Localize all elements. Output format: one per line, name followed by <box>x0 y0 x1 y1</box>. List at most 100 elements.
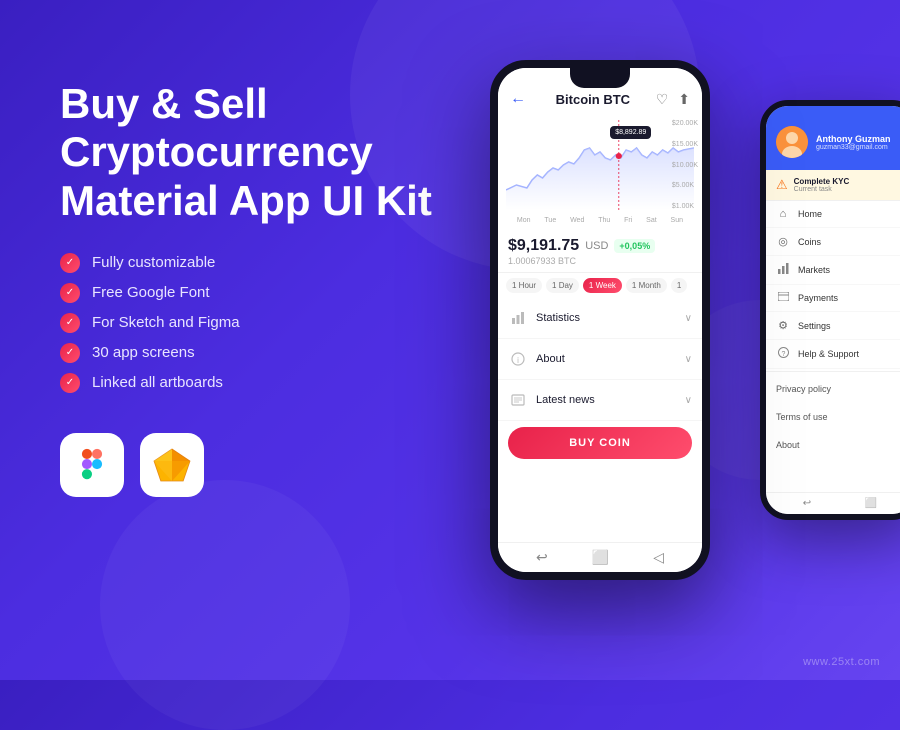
accordion-about[interactable]: i About ∨ <box>498 339 702 380</box>
statistics-icon <box>508 308 528 328</box>
feature-label: Linked all artboards <box>92 374 223 391</box>
kyc-title: Complete KYC <box>794 177 900 186</box>
chevron-down-icon: ∨ <box>685 313 692 324</box>
time-more[interactable]: 1 <box>671 278 687 293</box>
settings-icon: ⚙ <box>776 319 790 332</box>
settings-label: Settings <box>798 321 831 331</box>
x-label: Sat <box>646 217 657 224</box>
figma-icon <box>74 447 110 483</box>
check-icon: ✓ <box>60 313 80 333</box>
buy-coin-button[interactable]: BUY COIN <box>508 427 692 459</box>
kyc-alert[interactable]: ⚠ Complete KYC Current task <box>766 170 900 201</box>
svg-text:i: i <box>517 356 519 365</box>
y-label: $10.00K <box>672 162 698 169</box>
nav-payments[interactable]: Payments <box>766 285 900 312</box>
statistics-label: Statistics <box>536 312 580 324</box>
price-currency: USD <box>585 240 608 252</box>
side-nav-back: ↩ <box>803 498 811 509</box>
accordion-left: i About <box>508 349 565 369</box>
accordion-statistics[interactable]: Statistics ∨ <box>498 298 702 339</box>
price-main: $9,191.75 USD +0,05% <box>508 237 692 255</box>
privacy-policy-link[interactable]: Privacy policy <box>766 374 900 402</box>
chevron-down-icon: ∨ <box>685 354 692 365</box>
payments-label: Payments <box>798 293 838 303</box>
heart-icon[interactable]: ♡ <box>656 91 669 108</box>
nav-back-icon[interactable]: ↩ <box>536 549 548 566</box>
nav-home[interactable]: ⌂ Home <box>766 201 900 228</box>
nav-coins[interactable]: ◎ Coins <box>766 228 900 256</box>
chart-x-labels: Mon Tue Wed Thu Fri Sat Sun <box>506 215 694 224</box>
profile-header: Anthony Guzman guzman33@gmail.com <box>766 106 900 170</box>
phone-notch <box>570 68 630 88</box>
about-label: About <box>536 353 565 365</box>
feature-item: ✓ 30 app screens <box>60 343 440 363</box>
phone-main: ← Bitcoin BTC ♡ ⬆ $20.00K $15.00K $10.00… <box>490 60 710 580</box>
terms-label: Terms of use <box>776 412 828 422</box>
x-label: Mon <box>517 217 531 224</box>
profile-avatar <box>776 126 808 158</box>
latest-news-label: Latest news <box>536 394 595 406</box>
tool-icons <box>60 433 440 497</box>
kyc-subtitle: Current task <box>794 186 900 193</box>
y-label: $1.00K <box>672 203 698 210</box>
features-list: ✓ Fully customizable ✓ Free Google Font … <box>60 253 440 393</box>
phone-side-screen: Anthony Guzman guzman33@gmail.com ⚠ Comp… <box>766 106 900 514</box>
feature-label: 30 app screens <box>92 344 195 361</box>
accordion-latest-news[interactable]: Latest news ∨ <box>498 380 702 421</box>
phone-side: Anthony Guzman guzman33@gmail.com ⚠ Comp… <box>760 100 900 520</box>
chart-area: $20.00K $15.00K $10.00K $5.00K $1.00K <box>498 116 702 231</box>
y-label: $15.00K <box>672 141 698 148</box>
check-icon: ✓ <box>60 343 80 363</box>
profile-email: guzman33@gmail.com <box>816 144 900 151</box>
nav-home-icon[interactable]: ⬜ <box>592 549 609 566</box>
profile-name: Anthony Guzman <box>816 134 900 144</box>
x-label: Thu <box>598 217 610 224</box>
figma-icon-box <box>60 433 124 497</box>
news-icon <box>508 390 528 410</box>
chart-tooltip: $8,892.89 <box>610 126 651 139</box>
about-label: About <box>776 440 800 450</box>
phone-screen: ← Bitcoin BTC ♡ ⬆ $20.00K $15.00K $10.00… <box>498 68 702 572</box>
coins-icon: ◎ <box>776 235 790 248</box>
time-1day[interactable]: 1 Day <box>546 278 579 293</box>
price-section: $9,191.75 USD +0,05% 1.00067933 BTC <box>498 231 702 273</box>
app-header-title: Bitcoin BTC <box>556 92 630 107</box>
accordion-left: Latest news <box>508 390 595 410</box>
home-label: Home <box>798 209 822 219</box>
x-label: Fri <box>624 217 632 224</box>
check-icon: ✓ <box>60 283 80 303</box>
watermark: www.25xt.com <box>803 656 880 668</box>
chart-svg <box>506 120 694 210</box>
share-icon[interactable]: ⬆ <box>678 91 690 108</box>
markets-icon <box>776 263 790 277</box>
feature-label: Fully customizable <box>92 254 215 271</box>
help-icon: ? <box>776 347 790 361</box>
about-link[interactable]: About <box>766 430 900 458</box>
y-label: $5.00K <box>672 182 698 189</box>
feature-item: ✓ Free Google Font <box>60 283 440 303</box>
phone-bottom-nav: ↩ ⬜ ◁ <box>498 542 702 572</box>
home-icon: ⌂ <box>776 208 790 220</box>
check-icon: ✓ <box>60 373 80 393</box>
back-icon[interactable]: ← <box>510 90 526 108</box>
accordion-left: Statistics <box>508 308 580 328</box>
feature-item: ✓ Linked all artboards <box>60 373 440 393</box>
nav-recent-icon[interactable]: ◁ <box>653 549 664 566</box>
chart-y-labels: $20.00K $15.00K $10.00K $5.00K $1.00K <box>672 120 698 210</box>
time-1month[interactable]: 1 Month <box>626 278 667 293</box>
header-icons: ♡ ⬆ <box>656 91 690 108</box>
terms-link[interactable]: Terms of use <box>766 402 900 430</box>
feature-item: ✓ For Sketch and Figma <box>60 313 440 333</box>
time-1week[interactable]: 1 Week <box>583 278 622 293</box>
main-title: Buy & SellCryptocurrencyMaterial App UI … <box>60 80 440 225</box>
side-nav-home: ⬜ <box>865 498 877 509</box>
sketch-icon-box <box>140 433 204 497</box>
nav-help[interactable]: ? Help & Support <box>766 340 900 369</box>
nav-settings[interactable]: ⚙ Settings <box>766 312 900 340</box>
x-label: Sun <box>671 217 683 224</box>
nav-markets[interactable]: Markets <box>766 256 900 285</box>
help-label: Help & Support <box>798 349 859 359</box>
time-1hour[interactable]: 1 Hour <box>506 278 542 293</box>
feature-item: ✓ Fully customizable <box>60 253 440 273</box>
sketch-icon <box>152 447 192 483</box>
